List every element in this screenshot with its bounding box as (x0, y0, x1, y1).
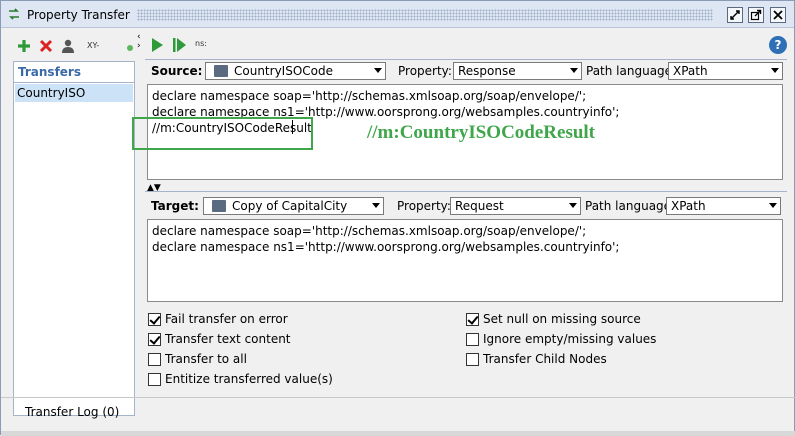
source-target-separator (145, 191, 787, 192)
ns-label[interactable]: ns: (195, 39, 207, 48)
transfers-panel: XY- Transfers CountryISO (5, 31, 141, 416)
close-button[interactable] (770, 7, 786, 23)
transfers-toolbar: XY- (13, 37, 141, 57)
highlight-box (132, 117, 313, 150)
source-property-label: Property: (398, 64, 452, 78)
target-value: Copy of CapitalCity (232, 199, 348, 213)
target-path-language-label: Path language: (585, 199, 676, 213)
target-line-1: declare namespace soap='http://schemas.x… (152, 224, 587, 238)
add-icon[interactable] (15, 37, 33, 55)
checkbox[interactable] (466, 313, 479, 326)
maximize-icon (750, 9, 762, 21)
chevron-down-icon (570, 68, 578, 73)
checkbox[interactable] (466, 333, 479, 346)
target-property-label: Property: (397, 199, 451, 213)
status-dot-icon (127, 45, 133, 51)
source-line-1: declare namespace soap='http://schemas.x… (152, 89, 587, 103)
transfer-icon (9, 8, 19, 20)
transfer-log-tab[interactable]: Transfer Log (0) (25, 405, 119, 419)
window-title: Property Transfer (27, 8, 130, 22)
target-select[interactable]: Copy of CapitalCity (203, 197, 384, 215)
close-icon (773, 10, 783, 20)
target-label: Target: (151, 199, 199, 213)
user-icon[interactable] (59, 37, 77, 55)
checkbox[interactable] (466, 353, 479, 366)
bottom-separator (1, 397, 795, 398)
target-expression-editor[interactable]: declare namespace soap='http://schemas.x… (147, 219, 783, 302)
target-property-select[interactable]: Request (450, 197, 581, 215)
source-path-language-value: XPath (673, 64, 708, 78)
transfer-item-countryiso[interactable]: CountryISO (15, 84, 133, 102)
source-path-language-select[interactable]: XPath (668, 62, 783, 80)
target-property-value: Request (455, 199, 504, 213)
help-icon[interactable]: ? (769, 36, 787, 54)
transfer-toolbar: ns: ? (147, 35, 787, 57)
chevron-down-icon (771, 68, 779, 73)
transfers-list: Transfers CountryISO (13, 61, 135, 416)
toolbar-separator (145, 59, 787, 60)
test-step-icon (212, 200, 226, 212)
delete-icon[interactable] (37, 37, 55, 55)
bottom-strip (1, 431, 795, 436)
test-step-icon (214, 65, 228, 77)
source-property-value: Response (458, 64, 516, 78)
chevron-down-icon (372, 203, 380, 208)
source-property-select[interactable]: Response (453, 62, 582, 80)
checkbox[interactable] (148, 333, 161, 346)
annotation-text: //m:CountryISOCodeResult (367, 122, 596, 143)
title-bar-grip (137, 9, 713, 21)
run-icon[interactable] (149, 37, 165, 53)
target-path-language-value: XPath (671, 199, 706, 213)
transfers-divider (14, 82, 134, 83)
source-value: CountryISOCode (234, 64, 333, 78)
checkbox[interactable] (148, 313, 161, 326)
chevron-down-icon (569, 203, 577, 208)
checkbox[interactable] (148, 373, 161, 386)
target-line-2: declare namespace ns1='http://www.oorspr… (152, 240, 620, 254)
chevron-down-icon (769, 203, 777, 208)
source-label: Source: (151, 64, 203, 78)
property-transfer-window: Property Transfer XY- Transfers CountryI… (0, 0, 795, 436)
xy-label[interactable]: XY- (87, 41, 99, 50)
run-all-icon[interactable] (171, 37, 187, 53)
transfers-header: Transfers (18, 65, 81, 79)
source-select[interactable]: CountryISOCode (205, 62, 386, 80)
restore-button[interactable] (727, 7, 743, 23)
title-bar: Property Transfer (1, 1, 794, 28)
restore-icon (730, 10, 740, 20)
panel-collapse-icon[interactable]: ‹ › (137, 33, 141, 51)
source-path-language-label: Path language: (586, 64, 677, 78)
checkbox[interactable] (148, 353, 161, 366)
maximize-button[interactable] (748, 7, 764, 23)
chevron-down-icon (374, 68, 382, 73)
target-path-language-select[interactable]: XPath (666, 197, 781, 215)
